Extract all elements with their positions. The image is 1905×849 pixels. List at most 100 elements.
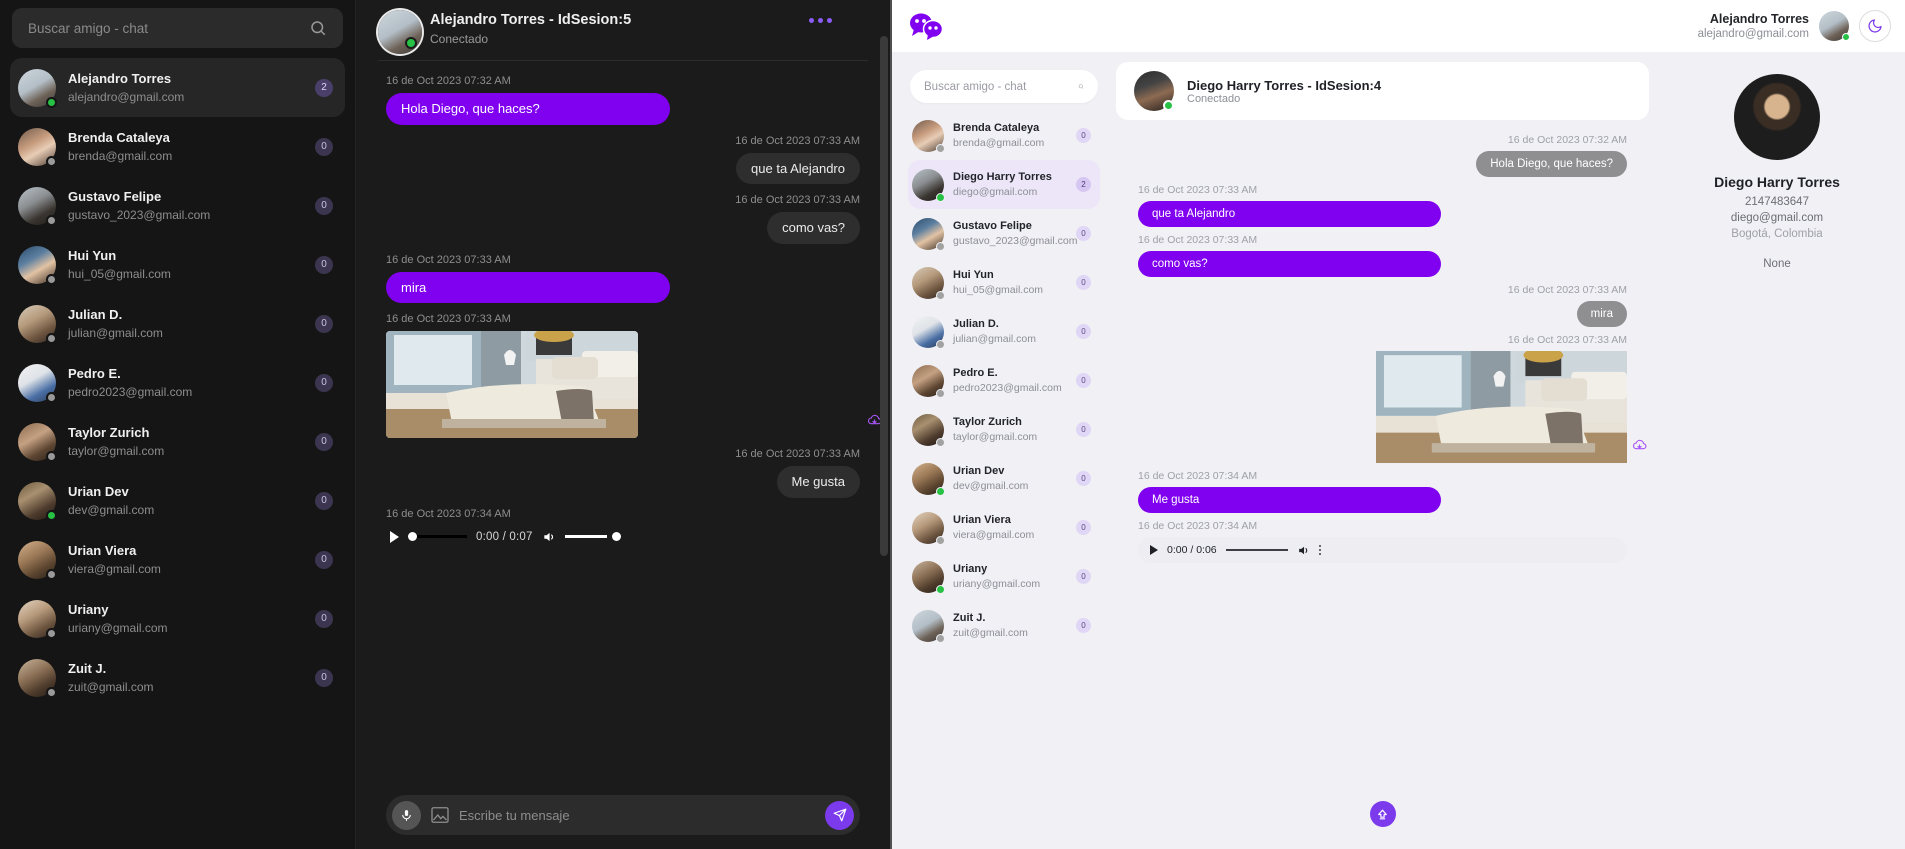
scroll-up-icon[interactable] [1369, 801, 1396, 827]
contact-email: taylor@gmail.com [953, 431, 1038, 443]
message-timestamp: 16 de Oct 2023 07:33 AM [1507, 334, 1627, 346]
contact-list-item[interactable]: Gustavo Felipe gustavo_2023@gmail.com 0 [908, 209, 1100, 258]
unread-badge: 0 [1076, 324, 1091, 339]
contact-list-item[interactable]: Hui Yun hui_05@gmail.com 0 [908, 258, 1100, 307]
contact-list-item[interactable]: Hui Yun hui_05@gmail.com 0 [10, 235, 345, 294]
contact-list-item[interactable]: Brenda Cataleya brenda@gmail.com 0 [10, 117, 345, 176]
contact-list-item[interactable]: Pedro E. pedro2023@gmail.com 0 [908, 356, 1100, 405]
unread-badge: 0 [315, 137, 333, 156]
light-top-bar: Alejandro Torres alejandro@gmail.com [892, 0, 1905, 52]
message-composer[interactable] [386, 795, 860, 835]
audio-player[interactable]: 0:00 / 0:06 [1138, 537, 1627, 563]
contact-list-item[interactable]: Taylor Zurich taylor@gmail.com 0 [908, 405, 1100, 454]
contact-list-item[interactable]: Uriany uriany@gmail.com 0 [908, 552, 1100, 601]
play-icon[interactable] [1150, 545, 1158, 555]
volume-icon[interactable] [542, 530, 556, 544]
search-input[interactable] [28, 20, 309, 36]
message-timestamp: 16 de Oct 2023 07:33 AM [1138, 184, 1258, 196]
contact-list-item[interactable]: Urian Viera viera@gmail.com 0 [908, 503, 1100, 552]
light-chat-panel: Diego Harry Torres - IdSesion:4 Conectad… [1116, 62, 1649, 837]
contact-list-item[interactable]: Urian Dev dev@gmail.com 0 [10, 471, 345, 530]
avatar [912, 364, 945, 398]
contact-email: julian@gmail.com [68, 326, 163, 340]
contact-list[interactable]: Brenda Cataleya brenda@gmail.com 0 Diego Ha… [908, 111, 1100, 650]
contact-list-item[interactable]: Julian D. julian@gmail.com 0 [908, 307, 1100, 356]
search-input[interactable] [924, 80, 1078, 93]
search-bar[interactable] [12, 8, 343, 48]
chat-header: Alejandro Torres - IdSesion:5 Conectado [356, 0, 890, 60]
search-icon[interactable] [309, 19, 327, 37]
contact-list-item[interactable]: Julian D. julian@gmail.com 0 [10, 294, 345, 353]
kebab-menu-icon[interactable] [1318, 544, 1322, 556]
online-indicator [1163, 100, 1174, 111]
microphone-icon[interactable] [392, 800, 421, 830]
audio-player[interactable]: 0:00 / 0:07 [386, 526, 860, 548]
contact-list-item[interactable]: Uriany uriany@gmail.com 0 [10, 589, 345, 648]
scrollbar-thumb[interactable] [880, 36, 888, 556]
presence-indicator [936, 339, 945, 349]
image-attachment-icon[interactable] [431, 807, 449, 823]
message-timestamp: 16 de Oct 2023 07:32 AM [1507, 134, 1627, 146]
contact-list[interactable]: Alejandro Torres alejandro@gmail.com 2 Bren… [8, 58, 347, 849]
contact-name: Pedro E. [68, 366, 121, 381]
message-row: 16 de Oct 2023 07:34 AM 0:00 / 0:06 [1138, 520, 1627, 563]
light-sidebar: Brenda Cataleya brenda@gmail.com 0 Diego Ha… [904, 62, 1104, 837]
contact-email: zuit@gmail.com [68, 680, 154, 694]
volume-icon[interactable] [1297, 544, 1310, 557]
profile-name: Diego Harry Torres [1714, 174, 1840, 190]
presence-indicator [46, 96, 57, 108]
contact-list-item[interactable]: Diego Harry Torres diego@gmail.com 2 [908, 160, 1100, 209]
avatar[interactable] [1819, 11, 1850, 41]
unread-badge: 0 [315, 314, 333, 333]
contact-list-item[interactable]: Alejandro Torres alejandro@gmail.com 2 [10, 58, 345, 117]
search-bar[interactable] [910, 70, 1098, 103]
presence-indicator [46, 273, 57, 285]
message-bubble: Me gusta [1138, 487, 1442, 513]
contact-list-item[interactable]: Urian Dev dev@gmail.com 0 [908, 454, 1100, 503]
message-timestamp: 16 de Oct 2023 07:33 AM [386, 313, 511, 326]
message-timestamp: 16 de Oct 2023 07:32 AM [386, 75, 511, 87]
contact-list-item[interactable]: Taylor Zurich taylor@gmail.com 0 [10, 412, 345, 471]
contact-name: Zuit J. [68, 661, 107, 676]
contact-name: Diego Harry Torres [953, 171, 1052, 183]
contact-list-item[interactable]: Zuit J. zuit@gmail.com 0 [10, 648, 345, 707]
message-bubble: como vas? [767, 212, 860, 244]
contact-list-item[interactable]: Gustavo Felipe gustavo_2023@gmail.com 0 [10, 176, 345, 235]
audio-progress-slider[interactable] [1225, 548, 1288, 552]
contact-list-item[interactable]: Brenda Cataleya brenda@gmail.com 0 [908, 111, 1100, 160]
image-message[interactable] [1376, 347, 1647, 463]
volume-slider[interactable] [564, 535, 607, 539]
avatar [378, 10, 422, 54]
play-icon[interactable] [390, 530, 399, 543]
contact-email: uriany@gmail.com [953, 578, 1041, 590]
message-row: 16 de Oct 2023 07:33 AM [1138, 334, 1647, 463]
send-icon[interactable] [825, 800, 854, 830]
unread-badge: 2 [1076, 177, 1091, 192]
presence-indicator [46, 391, 57, 403]
search-icon[interactable] [1078, 79, 1084, 94]
contact-name: Urian Dev [953, 465, 1005, 477]
message-input[interactable] [459, 807, 815, 823]
contact-list-item[interactable]: Urian Viera viera@gmail.com 0 [10, 530, 345, 589]
message-timestamp: 16 de Oct 2023 07:33 AM [735, 194, 860, 207]
contact-name: Gustavo Felipe [953, 220, 1032, 232]
account-summary[interactable]: Alejandro Torres alejandro@gmail.com [1698, 10, 1891, 42]
avatar [912, 266, 945, 300]
dark-chat-panel: Alejandro Torres - IdSesion:5 Conectado … [355, 0, 890, 849]
chat-header-avatar [378, 10, 422, 54]
contact-list-item[interactable]: Pedro E. pedro2023@gmail.com 0 [10, 353, 345, 412]
audio-progress-slider[interactable] [408, 532, 467, 542]
unread-badge: 0 [315, 373, 333, 392]
message-row: 16 de Oct 2023 07:33 AM Me gusta [386, 448, 860, 498]
moon-icon[interactable] [1859, 10, 1891, 42]
image-message[interactable] [386, 331, 882, 439]
message-image[interactable] [386, 331, 638, 439]
avatar [912, 315, 945, 349]
message-image[interactable] [1376, 347, 1627, 463]
download-icon[interactable] [1632, 439, 1647, 457]
avatar [18, 658, 57, 698]
more-options-icon[interactable] [809, 18, 832, 23]
contact-list-item[interactable]: Zuit J. zuit@gmail.com 0 [908, 601, 1100, 650]
chat-title: Alejandro Torres - IdSesion:5 [430, 12, 632, 28]
presence-indicator [936, 633, 945, 643]
